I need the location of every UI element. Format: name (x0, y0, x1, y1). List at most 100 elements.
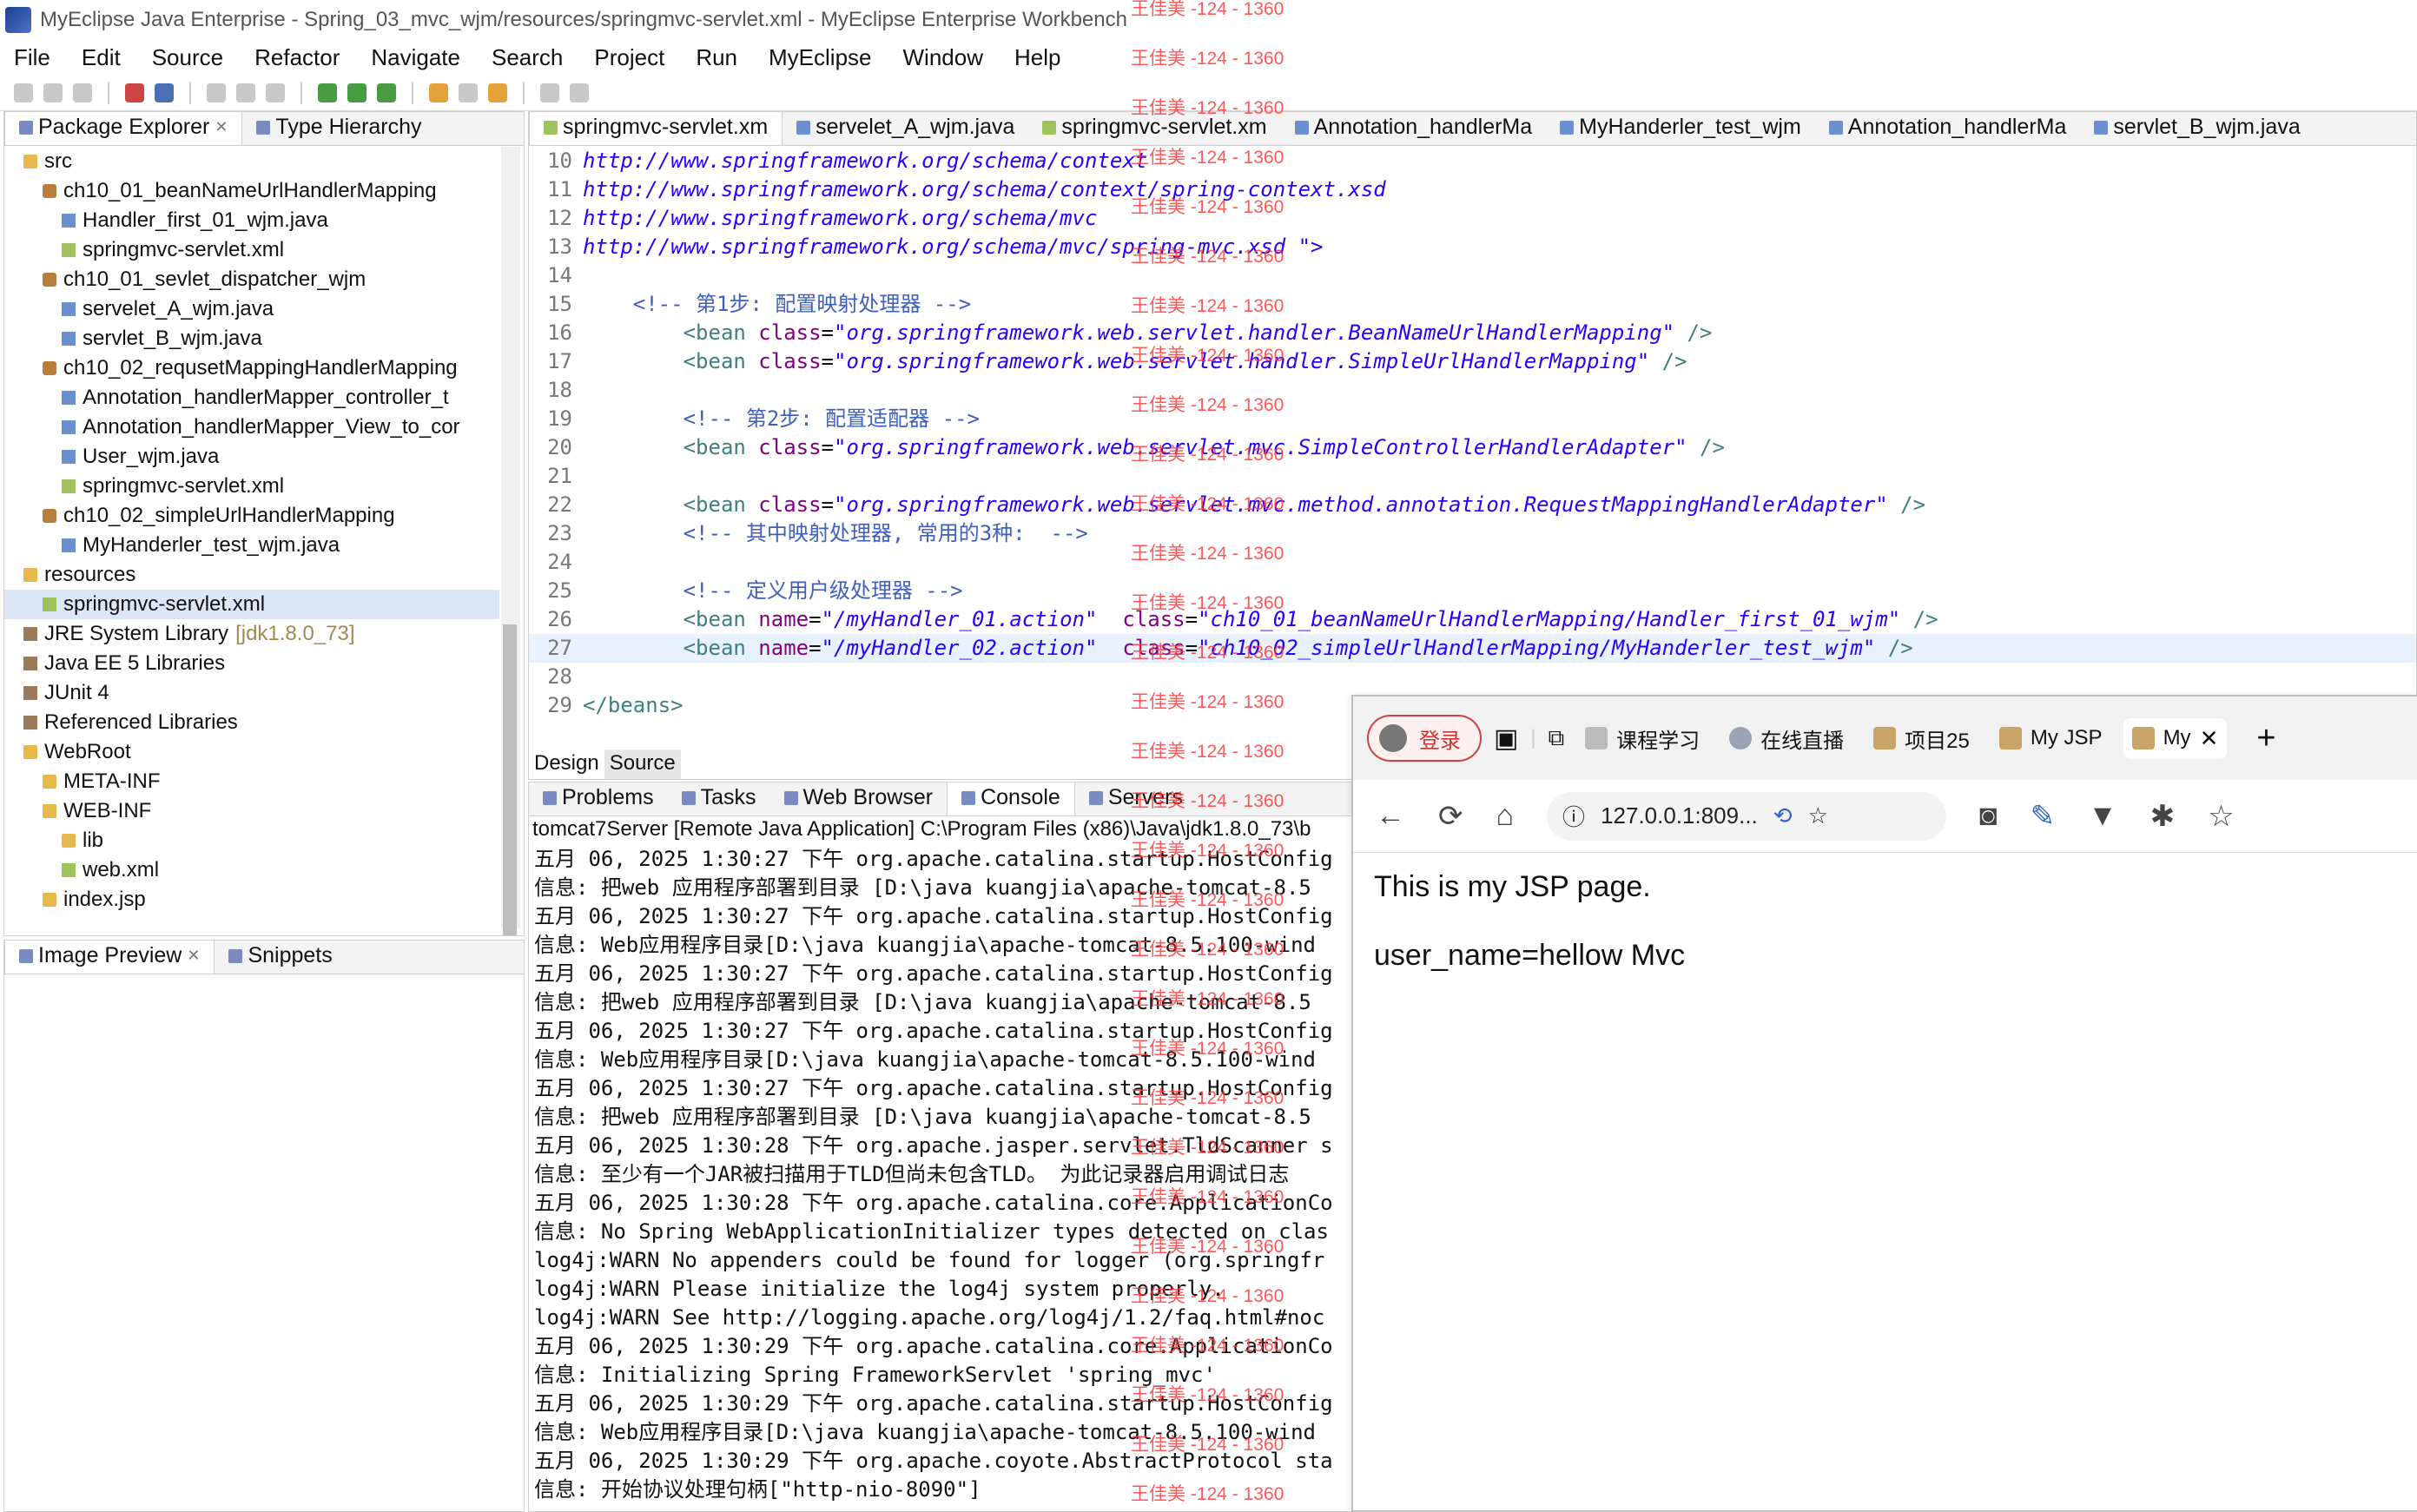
line-number: 13 (547, 234, 572, 259)
forward-icon[interactable] (570, 83, 589, 102)
tree-item[interactable]: User_wjm.java (4, 442, 499, 472)
tree-item[interactable]: JUnit 4 (4, 678, 499, 708)
new-icon[interactable] (14, 83, 33, 102)
debug-icon[interactable] (318, 83, 337, 102)
view-icon (1088, 790, 1103, 805)
menu-run[interactable]: Run (682, 44, 755, 71)
tab-image-preview[interactable]: Image Preview ✕ (4, 940, 215, 974)
tree-item[interactable]: Annotation_handlerMapper_controller_t (4, 383, 499, 413)
extensions-icon[interactable]: ✱ (2150, 799, 2176, 834)
menu-refactor[interactable]: Refactor (241, 44, 357, 71)
browser-tab-project[interactable]: 项目25 (1865, 716, 1978, 761)
tree-item[interactable]: Handler_first_01_wjm.java (4, 206, 499, 235)
tree-item[interactable]: lib (4, 826, 499, 855)
menu-search[interactable]: Search (478, 44, 580, 71)
menu-window[interactable]: Window (889, 44, 1000, 71)
close-tab-icon[interactable]: ✕ (2200, 725, 2219, 752)
open-folder-icon[interactable] (429, 83, 448, 102)
console-panel-tab[interactable]: Tasks (668, 782, 770, 815)
server-icon[interactable] (125, 83, 144, 102)
collections-icon[interactable]: ⧉ (1549, 724, 1565, 752)
editor-tab[interactable]: servlet_B_wjm.java (2080, 112, 2314, 145)
tree-item[interactable]: servlet_B_wjm.java (4, 324, 499, 353)
tree-item[interactable]: WebRoot (4, 737, 499, 767)
tree-item[interactable]: Java EE 5 Libraries (4, 649, 499, 678)
tree-item[interactable]: ch10_02_requsetMappingHandlerMapping (4, 353, 499, 383)
browser-tab-myjsp[interactable]: My JSP (1991, 719, 2111, 757)
editor-tab[interactable]: springmvc-servlet.xm (529, 112, 783, 145)
tree-item[interactable]: servelet_A_wjm.java (4, 294, 499, 324)
tree-item[interactable]: resources (4, 560, 499, 590)
close-icon[interactable]: ✕ (215, 118, 228, 136)
open-type-icon[interactable] (236, 83, 255, 102)
tree-item[interactable]: JRE System Library [jdk1.8.0_73] (4, 619, 499, 649)
file-icon (1294, 120, 1309, 135)
close-icon[interactable]: ✕ (187, 947, 200, 965)
favorites-icon[interactable]: ☆ (2208, 799, 2234, 834)
tree-item[interactable]: springmvc-servlet.xml (4, 472, 499, 501)
menu-edit[interactable]: Edit (68, 44, 138, 71)
tab-package-explorer[interactable]: Package Explorer ✕ (4, 112, 243, 145)
tree-item[interactable]: src (4, 147, 499, 176)
deploy-icon[interactable] (155, 83, 174, 102)
menu-navigate[interactable]: Navigate (357, 44, 478, 71)
back-arrow-icon[interactable]: ← (1376, 799, 1405, 833)
wizard-icon[interactable] (207, 83, 226, 102)
save-icon[interactable] (43, 83, 63, 102)
tab-type-hierarchy[interactable]: Type Hierarchy (242, 112, 435, 145)
tree-item[interactable]: MyHanderler_test_wjm.java (4, 531, 499, 560)
tree-item[interactable]: web.xml (4, 855, 499, 885)
menu-source[interactable]: Source (138, 44, 241, 71)
favorite-star-icon[interactable]: ☆ (1808, 802, 1828, 829)
tree-item[interactable]: ch10_01_sevlet_dispatcher_wjm (4, 265, 499, 294)
tab-actions-icon[interactable]: ▣ (1494, 723, 1518, 754)
browser-tab-active[interactable]: My ✕ (2123, 717, 2228, 759)
tab-snippets[interactable]: Snippets (215, 941, 346, 974)
refresh-icon[interactable]: ⟳ (1438, 799, 1463, 834)
console-panel-tab[interactable]: Problems (529, 782, 668, 815)
editor-tab[interactable]: MyHanderler_test_wjm (1546, 112, 1815, 145)
tree-item-label: springmvc-servlet.xml (83, 238, 285, 261)
search-icon[interactable] (266, 83, 285, 102)
design-tab[interactable]: Design (529, 749, 604, 779)
tree-item[interactable]: ch10_01_beanNameUrlHandlerMapping (4, 176, 499, 206)
menu-myeclipse[interactable]: MyEclipse (755, 44, 888, 71)
tree-item[interactable]: Referenced Libraries (4, 708, 499, 737)
menu-project[interactable]: Project (580, 44, 682, 71)
extension-pen-icon[interactable]: ✎ (2031, 799, 2056, 834)
tree-item[interactable]: Annotation_handlerMapper_View_to_cor (4, 413, 499, 442)
browser-tab-course[interactable]: 课程学习 (1576, 716, 1708, 761)
vue-devtools-icon[interactable]: ▼ (2088, 799, 2117, 833)
tree-item[interactable]: ch10_02_simpleUrlHandlerMapping (4, 501, 499, 531)
editor-tab[interactable]: Annotation_handlerMa (1815, 112, 2081, 145)
info-icon[interactable]: ⓘ (1562, 800, 1585, 832)
tree-item[interactable]: WEB-INF (4, 796, 499, 826)
workspace-icon[interactable]: ◙ (1979, 799, 1998, 833)
run-icon[interactable] (347, 83, 367, 102)
browser-tab-live[interactable]: 在线直播 (1720, 716, 1852, 761)
back-icon[interactable] (540, 83, 559, 102)
scrollbar-thumb[interactable] (503, 624, 517, 935)
annotation-icon[interactable] (488, 83, 507, 102)
menu-help[interactable]: Help (1000, 44, 1078, 71)
new-tab-icon[interactable]: + (2256, 720, 2275, 757)
code-area[interactable]: 10 http://www.springframework.org/schema/… (529, 147, 2416, 720)
vertical-scrollbar[interactable] (501, 147, 520, 935)
editor-tab[interactable]: servelet_A_wjm.java (783, 112, 1028, 145)
console-panel-tab[interactable]: Console (947, 782, 1075, 815)
tree-item[interactable]: META-INF (4, 767, 499, 796)
console-panel-tab[interactable]: Web Browser (770, 782, 948, 815)
tree-item[interactable]: springmvc-servlet.xml (4, 235, 499, 265)
print-icon[interactable] (73, 83, 92, 102)
menu-file[interactable]: File (0, 44, 68, 71)
source-tab[interactable]: Source (604, 749, 681, 779)
login-button[interactable]: 登录 (1367, 715, 1482, 762)
address-bar[interactable]: ⓘ 127.0.0.1:809... ⟲ ☆ (1547, 791, 1947, 841)
editor-tab[interactable]: Annotation_handlerMa (1281, 112, 1547, 145)
tree-item[interactable]: index.jsp (4, 885, 499, 914)
home-icon[interactable]: ⌂ (1496, 799, 1515, 833)
translate-icon[interactable]: ⟲ (1773, 802, 1793, 829)
external-tools-icon[interactable] (377, 83, 396, 102)
tree-item[interactable]: springmvc-servlet.xml (4, 590, 499, 619)
marker-icon[interactable] (459, 83, 478, 102)
